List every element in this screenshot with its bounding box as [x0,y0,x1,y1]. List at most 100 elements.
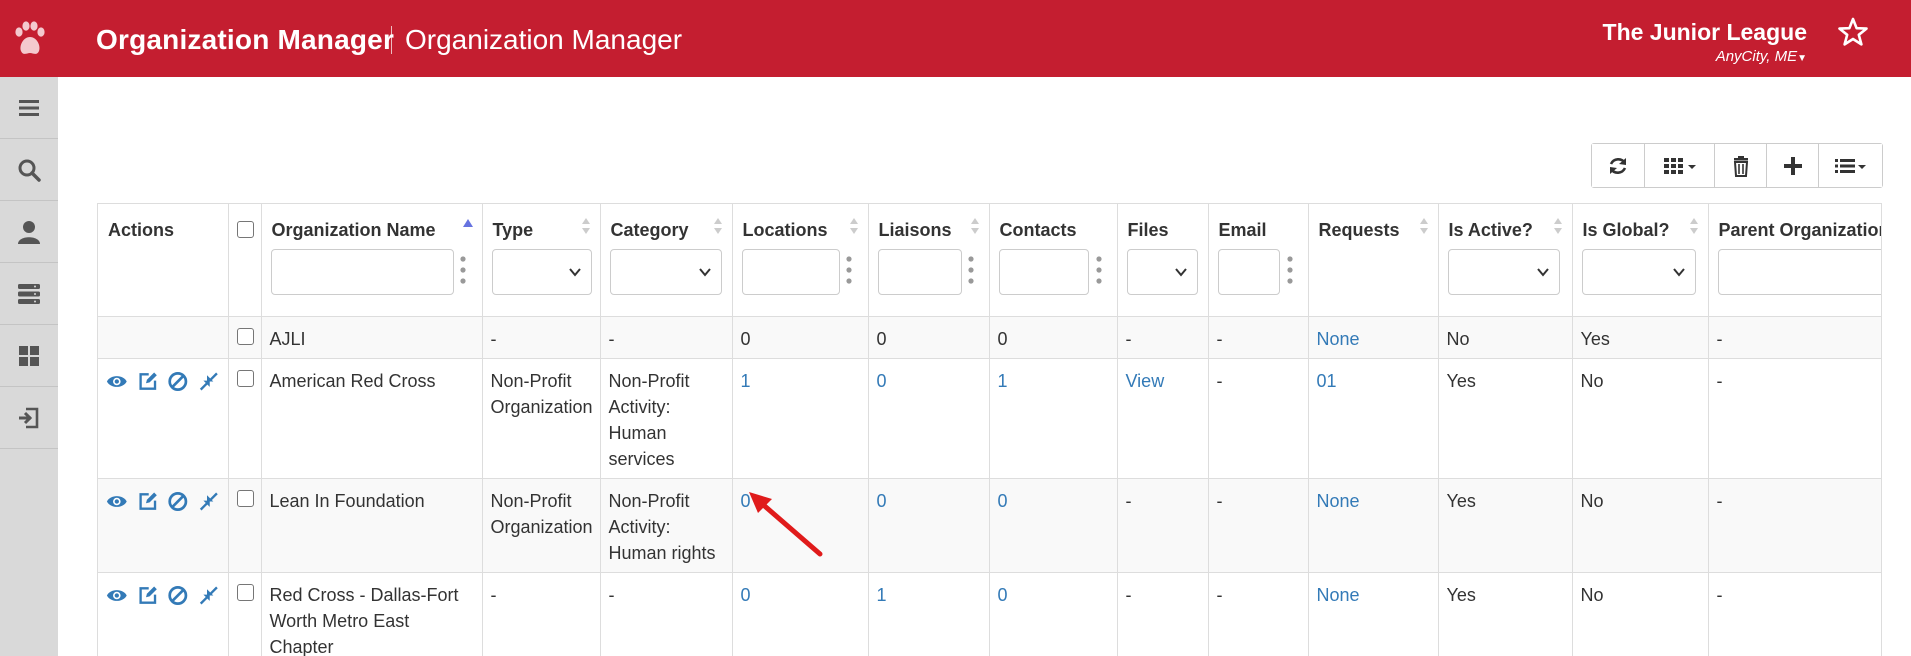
view-icon[interactable] [106,370,128,393]
sort-icon[interactable] [849,216,859,236]
merge-icon[interactable] [198,490,220,513]
active-filter-select[interactable] [1447,249,1560,295]
global-cell: No [1572,478,1709,573]
filter-options-icon[interactable] [967,254,974,286]
view-icon[interactable] [106,584,128,607]
contacts-cell[interactable]: 1 [989,358,1118,479]
merge-icon[interactable] [198,370,220,393]
refresh-button[interactable] [1592,144,1645,187]
column-header-name[interactable]: Organization Name [261,204,483,317]
name-filter-input[interactable] [270,249,454,295]
edit-icon[interactable] [137,370,159,393]
requests-cell[interactable]: None [1308,316,1439,359]
locations-cell[interactable]: 0 [732,478,869,573]
parent-filter-select[interactable] [1717,249,1881,295]
locations-cell[interactable]: 1 [732,358,869,479]
sort-icon[interactable] [1689,216,1699,236]
deactivate-icon[interactable] [167,584,189,607]
sidebar-item-dashboard[interactable] [0,325,58,387]
contacts-cell[interactable]: 0 [989,572,1118,656]
list-options-button[interactable] [1819,144,1882,187]
edit-icon[interactable] [137,584,159,607]
contacts-cell[interactable]: 0 [989,478,1118,573]
sidebar-item-profile[interactable] [0,201,58,263]
sidebar-item-logout[interactable] [0,387,58,449]
paw-logo-icon[interactable] [13,21,47,59]
row-checkbox[interactable] [236,489,254,507]
requests-cell[interactable]: 01 [1308,358,1439,479]
column-header-parent[interactable]: Parent Organization [1708,204,1881,317]
column-header-requests[interactable]: Requests [1308,204,1439,317]
row-checkbox[interactable] [236,369,254,387]
category-cell: - [600,316,733,359]
sort-icon[interactable] [1419,216,1429,236]
locations-cell[interactable]: 0 [732,572,869,656]
add-button[interactable] [1767,144,1819,187]
star-icon[interactable] [1837,16,1869,48]
filter-options-icon[interactable] [1286,254,1293,286]
column-header-select [228,204,262,317]
actions-cell [98,358,229,479]
delete-button[interactable] [1715,144,1767,187]
organizations-table: Actions Organization Name Type Category … [97,203,1882,656]
column-header-type[interactable]: Type [482,204,601,317]
type-cell: Non-Profit Organization [482,478,601,573]
liaisons-cell[interactable]: 1 [868,572,990,656]
filter-options-icon[interactable] [845,254,852,286]
sort-icon[interactable] [581,216,591,236]
sidebar-item-search[interactable] [0,139,58,201]
column-header-active[interactable]: Is Active? [1438,204,1573,317]
liaisons-cell[interactable]: 0 [868,358,990,479]
column-header-global[interactable]: Is Global? [1572,204,1709,317]
files-cell[interactable]: View [1117,358,1209,479]
email-cell: - [1208,478,1309,573]
contacts-filter-input[interactable] [998,249,1089,295]
liaisons-cell: 0 [868,316,990,359]
page-title: Organization Manager [405,24,683,55]
org-name[interactable]: The Junior League [1603,19,1807,46]
edit-icon[interactable] [137,490,159,513]
column-header-contacts[interactable]: Contacts [989,204,1118,317]
sort-icon[interactable] [970,216,980,236]
files-filter-select[interactable] [1126,249,1198,295]
column-header-email[interactable]: Email [1208,204,1309,317]
parent-cell: - [1708,572,1881,656]
type-cell: Non-Profit Organization [482,358,601,479]
chevron-down-icon [1536,268,1549,277]
column-header-files[interactable]: Files [1117,204,1209,317]
type-filter-select[interactable] [491,249,592,295]
column-header-liaisons[interactable]: Liaisons [868,204,990,317]
locations-cell: 0 [732,316,869,359]
deactivate-icon[interactable] [167,490,189,513]
sort-icon[interactable] [713,216,723,236]
parent-cell: - [1708,358,1881,479]
sort-asc-icon[interactable] [462,216,473,236]
locations-filter-input[interactable] [741,249,840,295]
category-filter-select[interactable] [609,249,722,295]
sidebar-item-data[interactable] [0,263,58,325]
requests-cell[interactable]: None [1308,572,1439,656]
columns-button[interactable] [1645,144,1715,187]
global-filter-select[interactable] [1581,249,1696,295]
column-label: Liaisons [878,220,952,240]
column-header-category[interactable]: Category [600,204,733,317]
deactivate-icon[interactable] [167,370,189,393]
select-all-checkbox[interactable] [236,221,254,238]
sidebar-item-menu[interactable] [0,77,58,139]
liaisons-filter-input[interactable] [877,249,962,295]
row-checkbox[interactable] [236,583,254,601]
liaisons-cell[interactable]: 0 [868,478,990,573]
column-label: Actions [108,220,175,240]
app-title[interactable]: Organization Manager [96,24,394,56]
filter-options-icon[interactable] [1095,254,1102,286]
email-filter-input[interactable] [1217,249,1280,295]
filter-options-icon[interactable] [459,254,466,286]
view-icon[interactable] [106,490,128,513]
merge-icon[interactable] [198,584,220,607]
sort-icon[interactable] [1553,216,1563,236]
refresh-icon [1609,157,1627,174]
org-city-dropdown[interactable]: AnyCity, ME▼ [1716,48,1807,65]
column-header-locations[interactable]: Locations [732,204,869,317]
row-checkbox[interactable] [236,327,254,345]
requests-cell[interactable]: None [1308,478,1439,573]
